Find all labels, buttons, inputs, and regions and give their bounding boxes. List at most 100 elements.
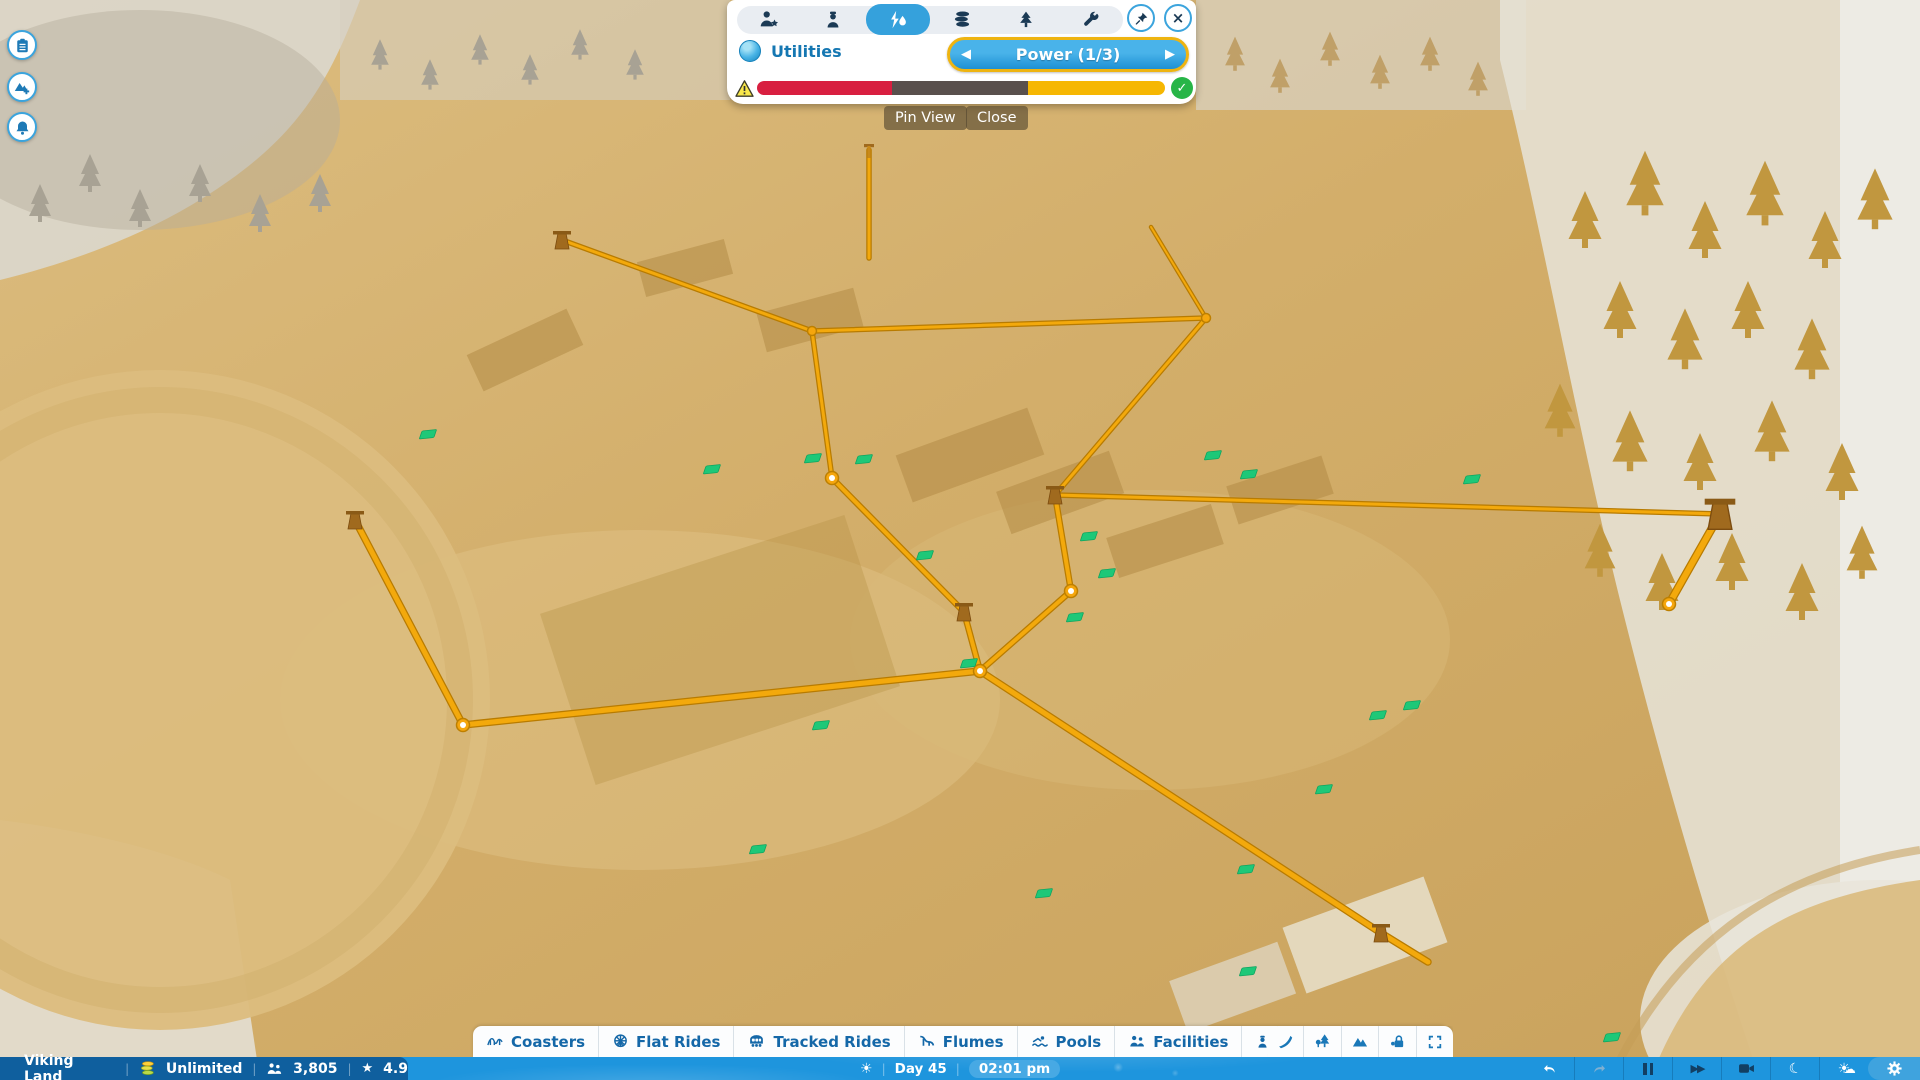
power-node-joint xyxy=(808,327,817,336)
facilities-button[interactable]: Facilities xyxy=(1114,1026,1241,1057)
tab-guests[interactable] xyxy=(737,6,801,34)
staff-person-icon xyxy=(1255,1034,1270,1050)
notifications-button[interactable] xyxy=(7,112,37,142)
next-mode-arrow[interactable]: ▶ xyxy=(1154,47,1186,62)
heatmap-panel: × Utilities ◀ Power (1/3) ▶ ✓ xyxy=(727,0,1196,104)
guest-count: 3,805 xyxy=(293,1061,337,1077)
undo-icon xyxy=(1542,1062,1558,1076)
game-screen: × Utilities ◀ Power (1/3) ▶ ✓ Pin View C… xyxy=(0,0,1920,1080)
park-viewport[interactable] xyxy=(0,0,1920,1080)
park-management-button[interactable] xyxy=(1378,1026,1415,1057)
redo-button[interactable] xyxy=(1574,1057,1623,1080)
pin-panel-button[interactable] xyxy=(1127,4,1155,32)
mountain-plus-icon xyxy=(14,79,30,95)
lock-icon xyxy=(1389,1033,1406,1050)
fullscreen-button[interactable] xyxy=(1416,1026,1453,1057)
button-label: Facilities xyxy=(1153,1033,1228,1051)
money-value: Unlimited xyxy=(166,1061,243,1077)
bell-icon xyxy=(15,120,30,135)
power-node-dot xyxy=(974,665,987,678)
heatmap-legend: ✓ xyxy=(735,78,1187,98)
park-name: Viking Land xyxy=(24,1053,115,1080)
fast-forward-icon: ▶▶ xyxy=(1691,1062,1704,1075)
wrench-icon xyxy=(1081,10,1101,30)
power-node-joint xyxy=(1202,314,1211,323)
guests-icon xyxy=(266,1062,283,1076)
pin-icon xyxy=(1134,11,1149,26)
tab-scenery[interactable] xyxy=(994,6,1058,34)
close-view-button[interactable]: Close xyxy=(966,106,1028,130)
playback-controls: ▶▶ ☾ ☀ ☁ xyxy=(1525,1057,1920,1080)
camera-icon xyxy=(1738,1062,1755,1075)
mountains-icon xyxy=(1351,1033,1369,1050)
button-label: Flat Rides xyxy=(636,1033,720,1051)
flat-rides-button[interactable]: Flat Rides xyxy=(598,1026,733,1057)
power-node-dot xyxy=(826,472,839,485)
scenario-button[interactable] xyxy=(7,72,37,102)
star-icon: ★ xyxy=(362,1061,374,1076)
tab-utilities[interactable] xyxy=(866,4,930,35)
park-summary: Viking Land | Unlimited | 3,805 | ★ 4.9 xyxy=(0,1057,408,1080)
fast-forward-button[interactable]: ▶▶ xyxy=(1672,1057,1721,1080)
ferris-wheel-icon xyxy=(612,1033,629,1050)
coasters-button[interactable]: Coasters xyxy=(473,1026,598,1057)
undo-button[interactable] xyxy=(1525,1057,1574,1080)
moon-icon: ☾ xyxy=(1787,1059,1803,1078)
tree-icon xyxy=(1016,10,1036,30)
pools-button[interactable]: Pools xyxy=(1017,1026,1115,1057)
status-bar: Viking Land | Unlimited | 3,805 | ★ 4.9 … xyxy=(0,1057,1920,1080)
night-mode-button[interactable]: ☾ xyxy=(1770,1057,1819,1080)
tab-money[interactable] xyxy=(930,6,994,34)
park-rating: 4.9 xyxy=(383,1061,408,1077)
tracked-rides-button[interactable]: Tracked Rides xyxy=(733,1026,903,1057)
clock: 02:01 pm xyxy=(969,1060,1060,1078)
flume-icon xyxy=(918,1033,936,1050)
path-ramp-icon xyxy=(1277,1033,1294,1050)
pause-button[interactable] xyxy=(1623,1057,1672,1080)
tram-icon xyxy=(747,1033,766,1050)
redo-icon xyxy=(1591,1062,1607,1076)
objectives-button[interactable] xyxy=(7,30,37,60)
power-node-dot xyxy=(1663,598,1676,611)
weather-sun-icon: ☀ xyxy=(860,1061,873,1077)
pin-view-button[interactable]: Pin View xyxy=(884,106,967,130)
money-icon xyxy=(951,9,973,31)
ok-icon: ✓ xyxy=(1171,77,1193,99)
expand-icon xyxy=(1427,1034,1443,1050)
flumes-button[interactable]: Flumes xyxy=(904,1026,1017,1057)
clipboard-icon xyxy=(15,38,30,53)
terrain-button[interactable] xyxy=(1341,1026,1378,1057)
weather-button[interactable]: ☀ ☁ xyxy=(1819,1057,1868,1080)
warning-icon xyxy=(735,80,754,97)
power-node-dot xyxy=(1065,585,1078,598)
power-node-dot xyxy=(457,719,470,732)
pause-icon xyxy=(1643,1063,1653,1075)
settings-button[interactable] xyxy=(1868,1057,1920,1080)
weather-icon: ☀ ☁ xyxy=(1838,1061,1851,1077)
tab-staff[interactable] xyxy=(801,6,865,34)
legend-gradient-bar xyxy=(757,81,1165,95)
utilities-sphere-icon xyxy=(739,40,761,62)
button-label: Pools xyxy=(1056,1033,1102,1051)
swimmer-icon xyxy=(1031,1033,1049,1050)
date-time: ☀ | Day 45 | 02:01 pm xyxy=(860,1057,1060,1080)
money-coins-icon xyxy=(139,1061,156,1076)
staff-icon xyxy=(823,10,843,30)
day-counter: Day 45 xyxy=(895,1061,947,1077)
heatmap-tab-bar xyxy=(737,6,1123,34)
prev-mode-arrow[interactable]: ◀ xyxy=(950,47,982,62)
close-panel-button[interactable]: × xyxy=(1164,4,1192,32)
tab-maintenance[interactable] xyxy=(1059,6,1123,34)
coaster-icon xyxy=(486,1033,504,1050)
tools-toolbar xyxy=(1267,1026,1453,1057)
heatmap-mode-selector: ◀ Power (1/3) ▶ xyxy=(947,37,1189,72)
category-label: Utilities xyxy=(771,42,842,61)
button-label: Tracked Rides xyxy=(773,1033,890,1051)
camera-button[interactable] xyxy=(1721,1057,1770,1080)
nature-button[interactable] xyxy=(1303,1026,1340,1057)
close-icon: × xyxy=(1172,9,1185,27)
gear-icon xyxy=(1886,1060,1903,1077)
guest-star-icon xyxy=(758,9,780,31)
trees-icon xyxy=(1314,1033,1331,1050)
button-label: Coasters xyxy=(511,1033,585,1051)
